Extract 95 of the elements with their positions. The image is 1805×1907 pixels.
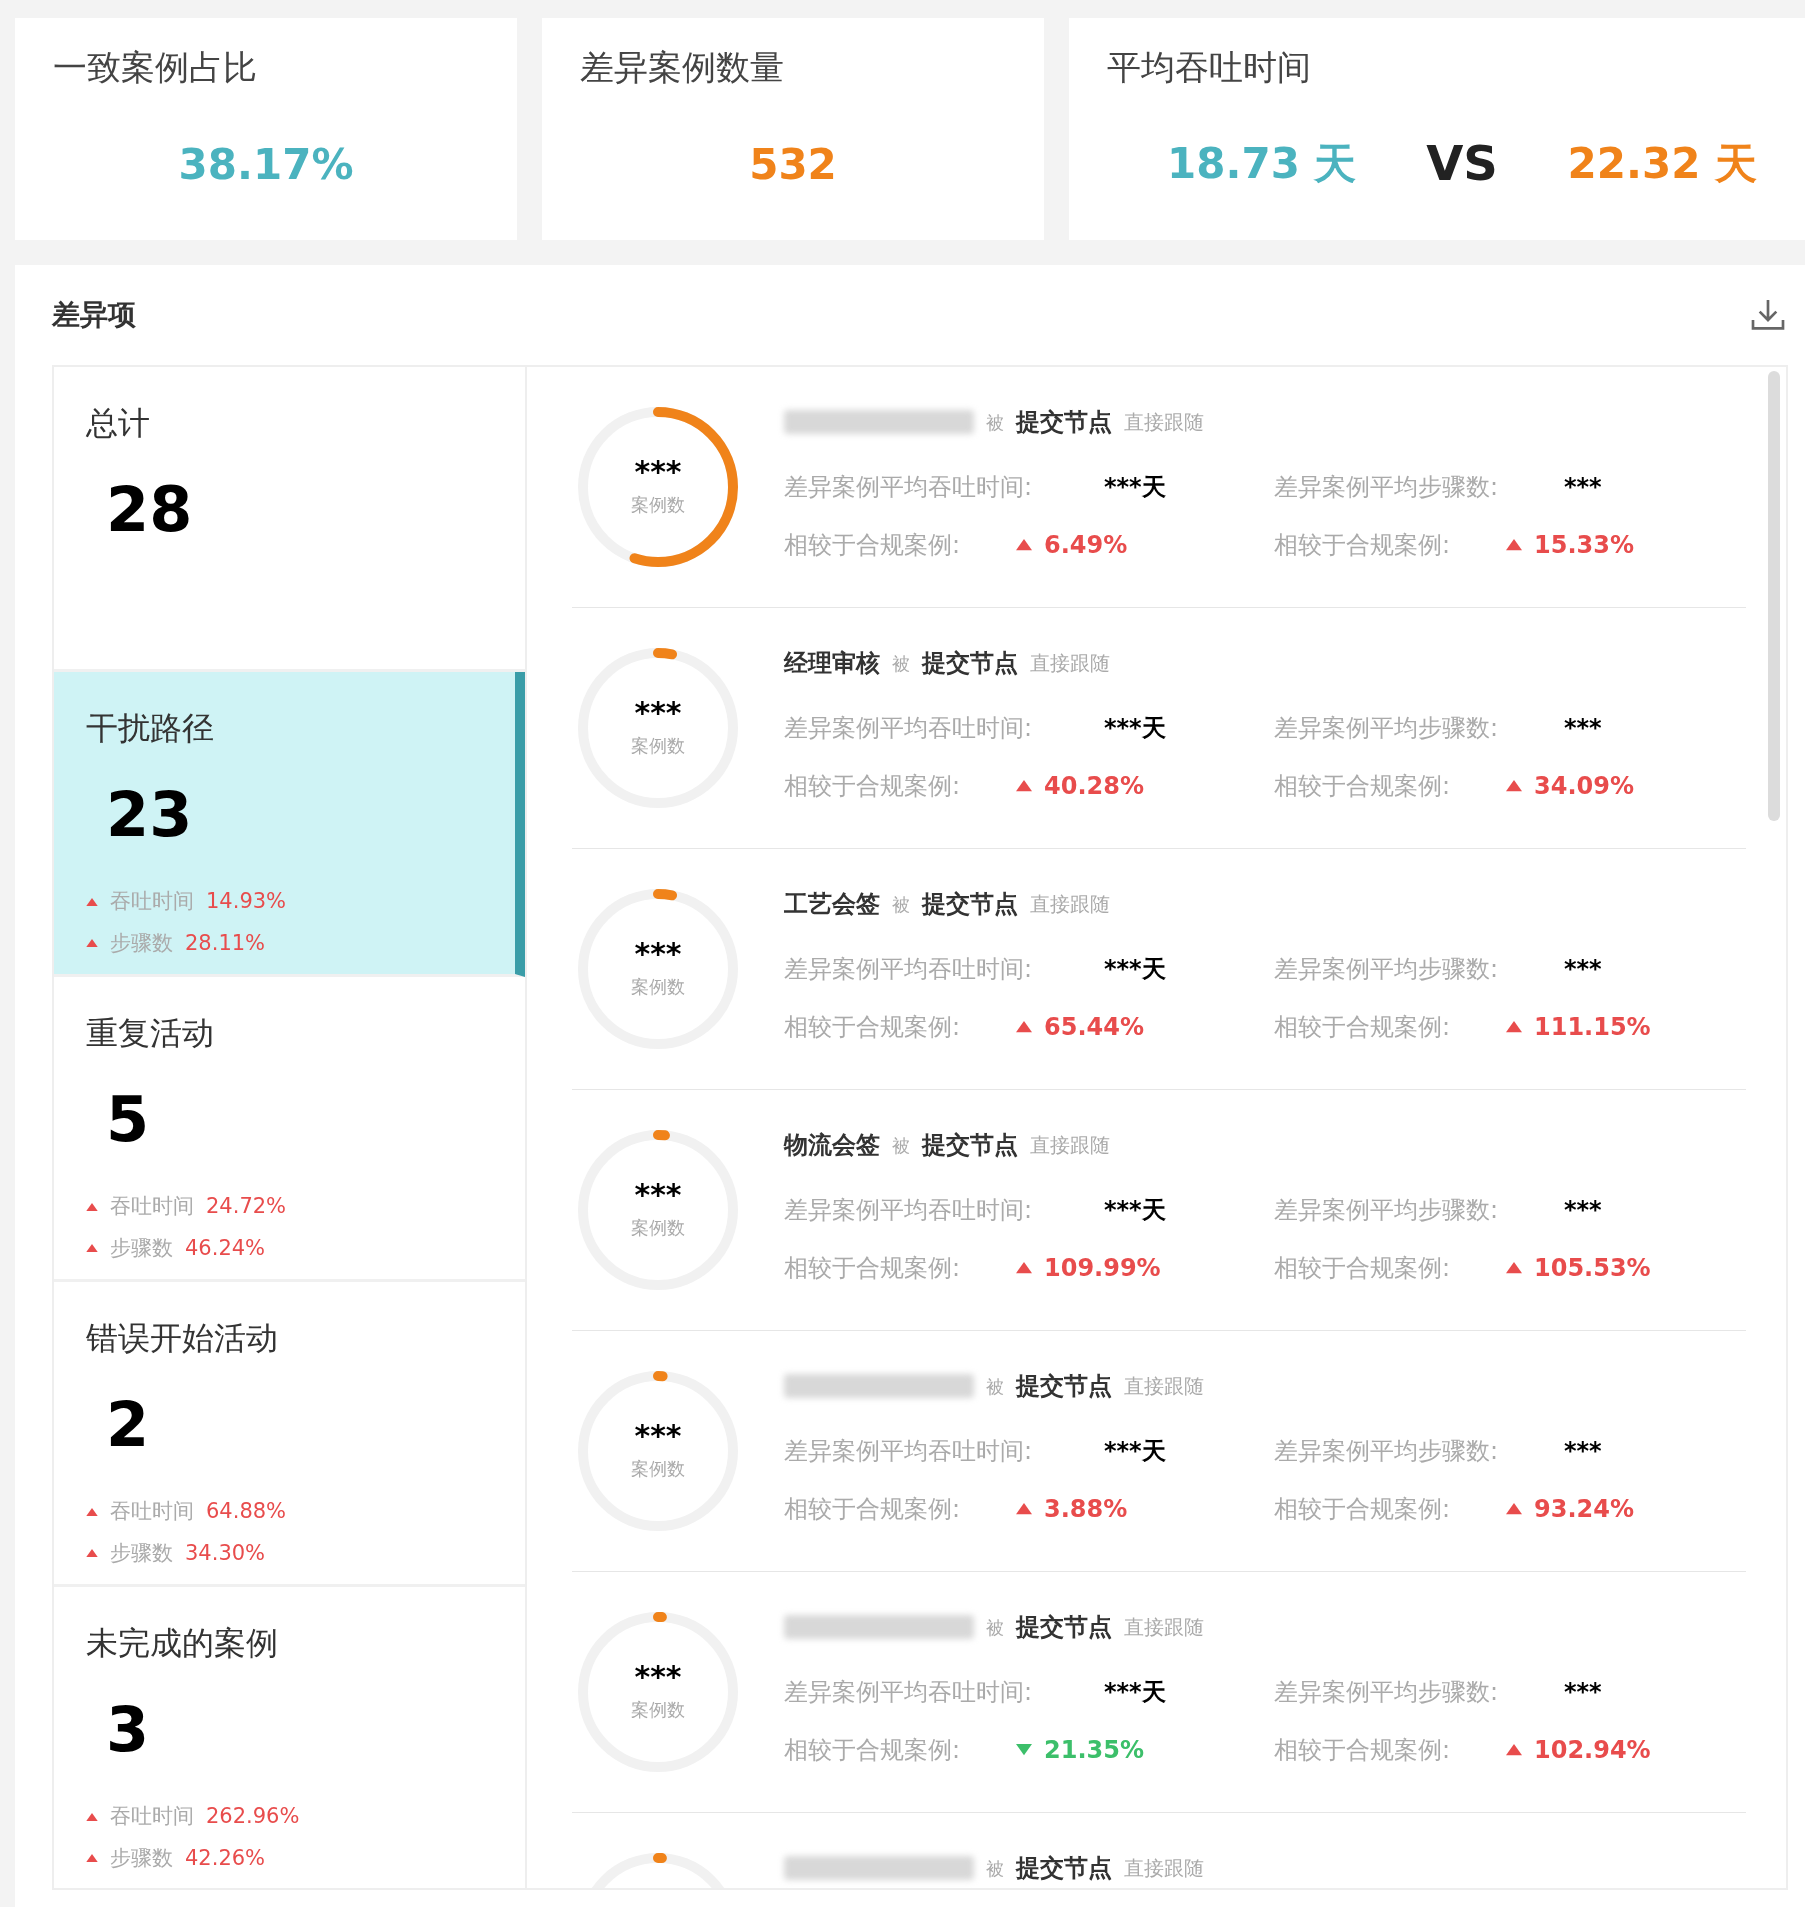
compare-label: 相较于合规案例:	[1274, 530, 1452, 561]
scrollbar-thumb[interactable]	[1768, 371, 1780, 821]
case-count: ***	[634, 697, 682, 728]
stat-label: 差异案例平均吞吐时间:	[784, 1677, 1034, 1708]
target-activity: 提交节点	[922, 648, 1018, 679]
card-value: 38.17%	[178, 139, 354, 191]
compare-label: 相较于合规案例:	[1274, 771, 1452, 802]
card-value: 532	[749, 139, 837, 191]
source-activity: 工艺会签	[784, 889, 880, 920]
change-value: 40.28%	[1044, 771, 1144, 802]
relation-type: 直接跟随	[1030, 1132, 1110, 1159]
compare-label: 相较于合规案例:	[1274, 1012, 1452, 1043]
target-activity: 提交节点	[922, 889, 1018, 920]
case-count: ***	[634, 938, 682, 969]
compare-label: 相较于合规案例:	[784, 1012, 962, 1043]
relation-type: 直接跟随	[1030, 891, 1110, 918]
source-activity: 经理审核	[784, 648, 880, 679]
stat-value: ***天	[1104, 713, 1166, 744]
relation-type: 直接跟随	[1124, 409, 1204, 436]
card-title: 一致案例占比	[53, 46, 258, 89]
compare-label: 相较于合规案例:	[784, 530, 962, 561]
stat-value: ***	[1564, 954, 1602, 985]
stat-label: 差异案例平均步骤数:	[1274, 954, 1500, 985]
case-count: ***	[634, 456, 682, 487]
compare-label: 相较于合规案例:	[784, 1735, 962, 1766]
change-value: 6.49%	[1044, 530, 1128, 561]
card-title: 平均吞吐时间	[1107, 46, 1312, 89]
stat-value: ***	[1564, 472, 1602, 503]
card-title: 差异案例数量	[580, 46, 785, 89]
case-count: ***	[634, 1420, 682, 1451]
panel-title: 差异项	[52, 297, 136, 333]
compare-label: 相较于合规案例:	[784, 771, 962, 802]
stat-value: ***天	[1104, 1677, 1166, 1708]
relation-type: 直接跟随	[1124, 1855, 1204, 1882]
case-count-label: 案例数	[631, 974, 685, 999]
stat-value: ***	[1564, 1436, 1602, 1467]
change-value: 111.15%	[1534, 1012, 1651, 1043]
stat-value: ***	[1564, 1195, 1602, 1226]
relation-type: 直接跟随	[1030, 650, 1110, 677]
change-value: 34.09%	[1534, 771, 1634, 802]
change-value: 105.53%	[1534, 1253, 1651, 1284]
target-activity: 提交节点	[922, 1130, 1018, 1161]
compare-label: 相较于合规案例:	[784, 1494, 962, 1525]
stat-label: 差异案例平均步骤数:	[1274, 1195, 1500, 1226]
relation-word: 被	[892, 1133, 910, 1158]
card-value: 18.73 天	[1167, 137, 1357, 190]
stat-label: 差异案例平均吞吐时间:	[784, 472, 1034, 503]
stat-value: ***	[1564, 1677, 1602, 1708]
stat-label: 差异案例平均步骤数:	[1274, 1436, 1500, 1467]
case-count-label: 案例数	[631, 492, 685, 517]
target-activity: 提交节点	[1016, 1853, 1112, 1884]
case-count-label: 案例数	[631, 1697, 685, 1722]
compare-label: 相较于合规案例:	[784, 1253, 962, 1284]
change-value: 15.33%	[1534, 530, 1634, 561]
relation-word: 被	[986, 1615, 1004, 1640]
change-value: 93.24%	[1534, 1494, 1634, 1525]
stat-label: 差异案例平均步骤数:	[1274, 472, 1500, 503]
target-activity: 提交节点	[1016, 1371, 1112, 1402]
stat-value: ***天	[1104, 954, 1166, 985]
case-count-label: 案例数	[631, 1456, 685, 1481]
case-count-label: 案例数	[631, 1215, 685, 1240]
stat-value: ***天	[1104, 472, 1166, 503]
stat-label: 差异案例平均吞吐时间:	[784, 1195, 1034, 1226]
change-value: 102.94%	[1534, 1735, 1651, 1766]
compare-label: 相较于合规案例:	[1274, 1253, 1452, 1284]
stat-value: ***	[1564, 713, 1602, 744]
relation-type: 直接跟随	[1124, 1373, 1204, 1400]
change-value: 65.44%	[1044, 1012, 1144, 1043]
relation-word: 被	[986, 1856, 1004, 1881]
stat-value: ***天	[1104, 1436, 1166, 1467]
stat-label: 差异案例平均步骤数:	[1274, 1677, 1500, 1708]
compare-label: 相较于合规案例:	[1274, 1735, 1452, 1766]
stat-value: ***天	[1104, 1195, 1166, 1226]
relation-type: 直接跟随	[1124, 1614, 1204, 1641]
change-value: 21.35%	[1044, 1735, 1144, 1766]
versus-label: VS	[1426, 134, 1498, 193]
target-activity: 提交节点	[1016, 407, 1112, 438]
target-activity: 提交节点	[1016, 1612, 1112, 1643]
case-count: ***	[634, 1179, 682, 1210]
stat-label: 差异案例平均吞吐时间:	[784, 1436, 1034, 1467]
stat-label: 差异案例平均步骤数:	[1274, 713, 1500, 744]
stat-label: 差异案例平均吞吐时间:	[784, 954, 1034, 985]
relation-word: 被	[892, 892, 910, 917]
source-activity: 物流会签	[784, 1130, 880, 1161]
change-value: 3.88%	[1044, 1494, 1128, 1525]
card-value: 22.32 天	[1567, 137, 1757, 190]
relation-word: 被	[892, 651, 910, 676]
category-item[interactable]: 干扰路径 23 吞吐时间 14.93% 步骤数 28.11%	[54, 672, 525, 977]
relation-word: 被	[986, 410, 1004, 435]
case-count: ***	[634, 1661, 682, 1692]
case-count-label: 案例数	[631, 733, 685, 758]
compare-label: 相较于合规案例:	[1274, 1494, 1452, 1525]
relation-word: 被	[986, 1374, 1004, 1399]
stat-label: 差异案例平均吞吐时间:	[784, 713, 1034, 744]
change-value: 109.99%	[1044, 1253, 1161, 1284]
